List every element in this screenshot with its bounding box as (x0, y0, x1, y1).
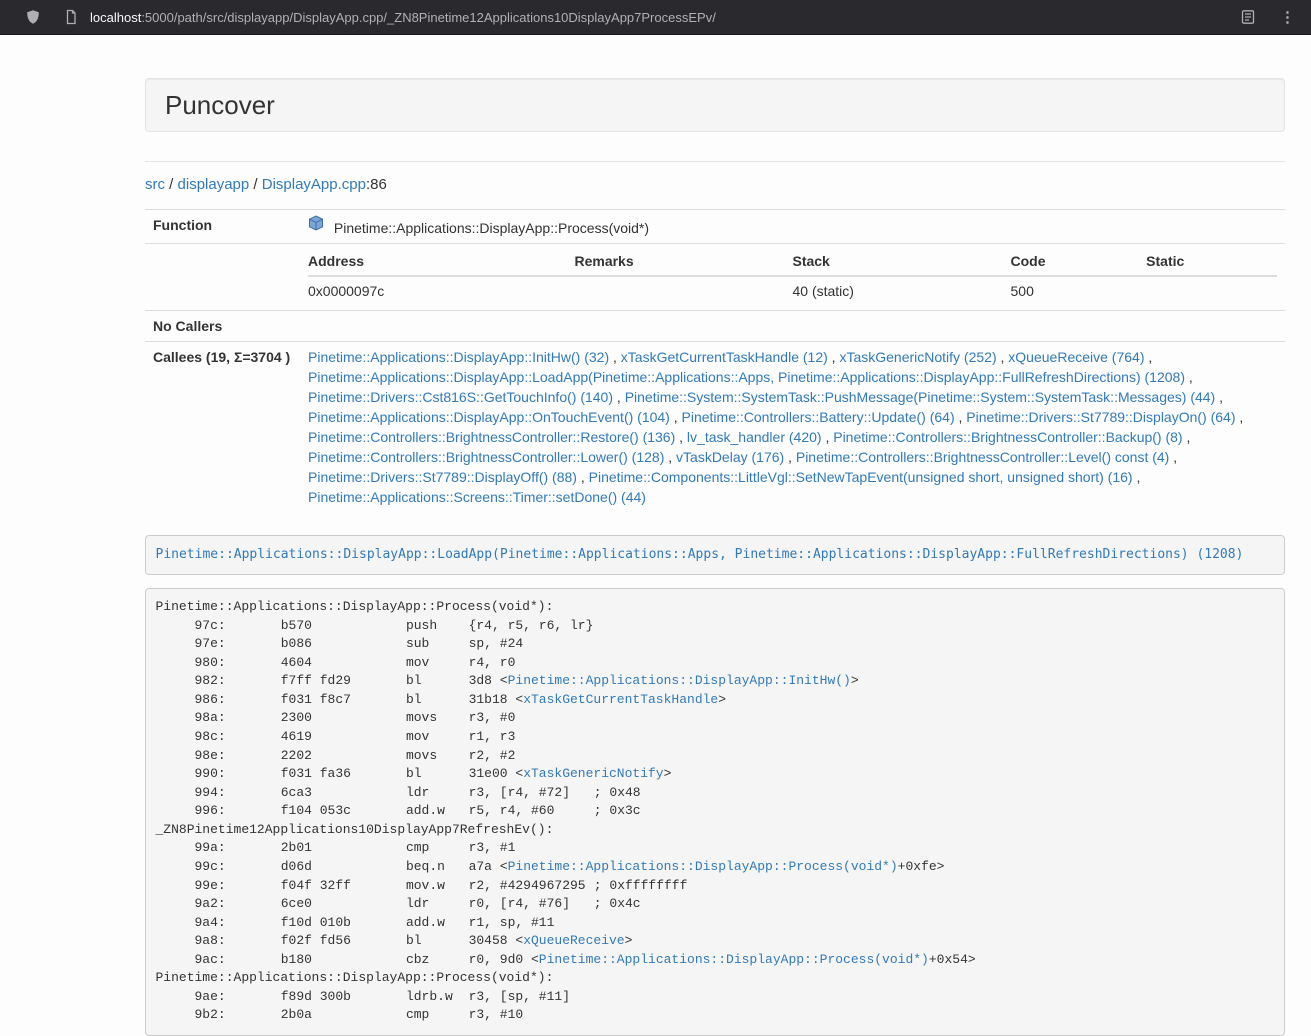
method-icon (308, 215, 324, 236)
callee-link[interactable]: Pinetime::Controllers::BrightnessControl… (308, 449, 664, 465)
browser-chrome: localhost:5000/path/src/displayapp/Displ… (0, 0, 1311, 35)
callee-link[interactable]: lv_task_handler (420) (687, 429, 822, 445)
callee-separator: , (613, 389, 625, 405)
callee-link[interactable]: Pinetime::Drivers::St7789::DisplayOff() … (308, 469, 577, 485)
callee-separator: , (664, 449, 676, 465)
callee-separator: , (1215, 389, 1223, 405)
callee-link[interactable]: Pinetime::Controllers::BrightnessControl… (796, 449, 1169, 465)
callee-separator: , (997, 349, 1009, 365)
reader-view-icon[interactable] (1235, 4, 1261, 30)
callees-label: Callees (19, Σ=3704 ) (145, 342, 300, 513)
breadcrumb-separator: / (249, 176, 262, 193)
callee-link[interactable]: Pinetime::Controllers::BrightnessControl… (308, 429, 675, 445)
main-content: Puncover src / displayapp / DisplayApp.c… (145, 78, 1285, 1036)
assembly-box: Pinetime::Applications::DisplayApp::Proc… (145, 588, 1285, 1036)
code-symbol-link[interactable]: Pinetime::Applications::DisplayApp::Proc… (539, 952, 929, 967)
code-size-value: 500 (1011, 276, 1147, 305)
url-host: localhost (90, 10, 141, 25)
callee-separator: , (675, 429, 687, 445)
breadcrumb-link-src[interactable]: src (145, 176, 165, 193)
callee-link[interactable]: xTaskGetCurrentTaskHandle (12) (621, 349, 828, 365)
menu-dots-icon[interactable]: ⋮ (1275, 4, 1301, 30)
column-header-stack: Stack (792, 249, 1010, 276)
url-bar[interactable]: localhost:5000/path/src/displayapp/Displ… (90, 10, 716, 25)
callee-link[interactable]: xTaskGenericNotify (252) (839, 349, 996, 365)
breadcrumb: src / displayapp / DisplayApp.cpp:86 (145, 175, 1285, 195)
breadcrumb-separator: / (165, 176, 178, 193)
callees-cell: Pinetime::Applications::DisplayApp::Init… (300, 342, 1285, 513)
highlighted-symbol-box: Pinetime::Applications::DisplayApp::Load… (145, 535, 1285, 575)
breadcrumb-link-DisplayApp.cpp[interactable]: DisplayApp.cpp (262, 176, 366, 193)
code-symbol-link[interactable]: xQueueReceive (523, 933, 624, 948)
callee-link[interactable]: vTaskDelay (176) (676, 449, 784, 465)
divider (145, 161, 1285, 162)
callee-link[interactable]: Pinetime::Applications::DisplayApp::OnTo… (308, 409, 670, 425)
remarks-value (574, 276, 792, 305)
address-value: 0x0000097c (308, 276, 574, 305)
callees-row: Callees (19, Σ=3704 ) Pinetime::Applicat… (145, 342, 1285, 513)
static-value (1146, 276, 1277, 305)
url-path: :5000/path/src/displayapp/DisplayApp.cpp… (141, 10, 716, 25)
metrics-row-spacer (145, 244, 300, 311)
column-header-code: Code (1011, 249, 1147, 276)
callee-separator: , (1144, 349, 1152, 365)
callee-separator: , (609, 349, 621, 365)
no-callers-row: No Callers (145, 311, 1285, 342)
site-header-panel: Puncover (145, 78, 1285, 132)
callee-separator: , (1185, 369, 1193, 385)
stack-value: 40 (static) (792, 276, 1010, 305)
breadcrumb-line-number: :86 (366, 176, 387, 193)
column-header-remarks: Remarks (574, 249, 792, 276)
function-name: Pinetime::Applications::DisplayApp::Proc… (334, 220, 649, 236)
callee-link[interactable]: Pinetime::Drivers::St7789::DisplayOn() (… (966, 409, 1235, 425)
callee-link[interactable]: Pinetime::Applications::DisplayApp::Init… (308, 349, 609, 365)
metrics-cell: AddressRemarksStackCodeStatic 0x0000097c… (300, 244, 1285, 311)
function-row-label: Function (145, 210, 300, 244)
symbol-table: Function Pinetime::Applications::Display… (145, 209, 1285, 512)
symbol-metrics-table: AddressRemarksStackCodeStatic 0x0000097c… (308, 249, 1277, 305)
code-symbol-link[interactable]: Pinetime::Applications::DisplayApp::Init… (508, 673, 851, 688)
callee-separator: , (784, 449, 796, 465)
shield-icon[interactable] (20, 4, 46, 30)
function-name-cell: Pinetime::Applications::DisplayApp::Proc… (300, 210, 1285, 244)
callee-separator: , (955, 409, 967, 425)
callee-link[interactable]: Pinetime::Applications::Screens::Timer::… (308, 489, 646, 505)
column-header-address: Address (308, 249, 574, 276)
page-info-icon[interactable] (58, 4, 84, 30)
assembly-code: Pinetime::Applications::DisplayApp::Proc… (156, 599, 976, 1022)
breadcrumb-link-displayapp[interactable]: displayapp (178, 176, 250, 193)
no-callers-cell (300, 311, 1285, 342)
no-callers-label: No Callers (145, 311, 300, 342)
column-header-static: Static (1146, 249, 1277, 276)
callee-separator: , (1183, 429, 1191, 445)
callee-link[interactable]: Pinetime::Components::LittleVgl::SetNewT… (589, 469, 1133, 485)
code-symbol-link[interactable]: xTaskGenericNotify (523, 766, 663, 781)
callee-separator: , (670, 409, 682, 425)
symbol-metrics-value-row: 0x0000097c 40 (static) 500 (308, 276, 1277, 305)
symbol-metrics-header-row: AddressRemarksStackCodeStatic (308, 249, 1277, 276)
function-row: Function Pinetime::Applications::Display… (145, 210, 1285, 244)
callee-separator: , (577, 469, 589, 485)
highlighted-symbol-link[interactable]: Pinetime::Applications::DisplayApp::Load… (156, 547, 1244, 562)
callee-separator: , (828, 349, 840, 365)
callee-separator: , (822, 429, 834, 445)
callee-link[interactable]: xQueueReceive (764) (1008, 349, 1144, 365)
callee-link[interactable]: Pinetime::Controllers::Battery::Update()… (682, 409, 955, 425)
callee-link[interactable]: Pinetime::System::SystemTask::PushMessag… (625, 389, 1216, 405)
callee-separator: , (1133, 469, 1141, 485)
callee-separator: , (1169, 449, 1177, 465)
page-title: Puncover (165, 91, 1265, 119)
callee-link[interactable]: Pinetime::Controllers::BrightnessControl… (833, 429, 1182, 445)
code-symbol-link[interactable]: Pinetime::Applications::DisplayApp::Proc… (508, 859, 898, 874)
metrics-row: AddressRemarksStackCodeStatic 0x0000097c… (145, 244, 1285, 311)
callee-separator: , (1236, 409, 1244, 425)
code-symbol-link[interactable]: xTaskGetCurrentTaskHandle (523, 692, 718, 707)
callee-link[interactable]: Pinetime::Applications::DisplayApp::Load… (308, 369, 1185, 385)
callee-link[interactable]: Pinetime::Drivers::Cst816S::GetTouchInfo… (308, 389, 613, 405)
